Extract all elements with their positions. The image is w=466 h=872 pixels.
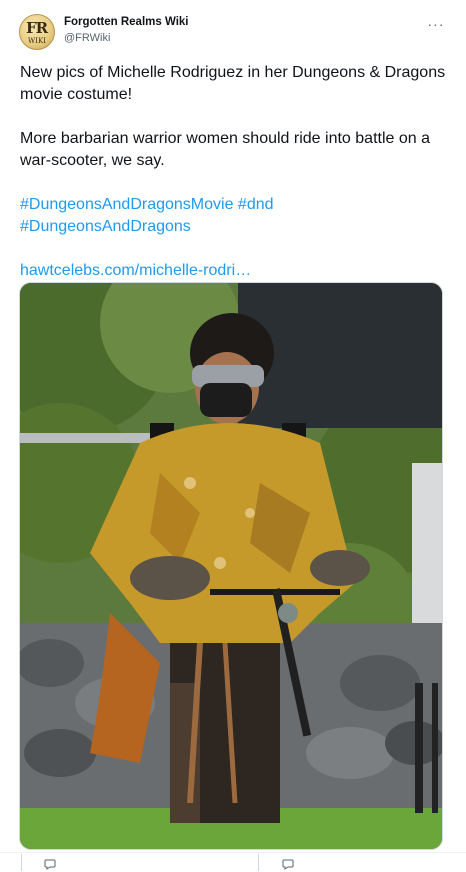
hashtags: #DungeonsAndDragonsMovie #dnd #DungeonsA… [20,194,450,238]
more-horizontal-icon: ··· [427,16,445,32]
action-divider [21,854,22,871]
tweet-header: FR WIKI Forgotten Realms Wiki @FRWiki ··… [0,0,466,56]
tweet-body: New pics of Michelle Rodriguez in her Du… [20,62,450,282]
reply-icon[interactable] [44,858,56,870]
share-icon[interactable] [282,858,294,870]
more-options-button[interactable]: ··· [424,14,448,34]
avatar-logo: FR [26,19,48,37]
hashtag-link[interactable]: #dnd [238,196,274,213]
action-divider [258,854,259,871]
author-handle[interactable]: @FRWiki [64,32,110,44]
avatar-logo-mark: WIKI [28,37,46,45]
avatar[interactable]: FR WIKI [19,14,55,50]
hashtag-link[interactable]: #DungeonsAndDragons [20,218,191,235]
hashtag-link[interactable]: #DungeonsAndDragonsMovie [20,196,233,213]
tweet-action-bar [0,852,466,872]
external-url-link[interactable]: hawtcelebs.com/michelle-rodri… [20,262,251,279]
author-name[interactable]: Forgotten Realms Wiki [64,16,189,28]
tweet-text-line2: More barbarian warrior women should ride… [20,130,430,169]
tweet-text-line1: New pics of Michelle Rodriguez in her Du… [20,64,446,103]
tweet-photo[interactable] [19,282,443,850]
photo-illustration [20,283,442,849]
